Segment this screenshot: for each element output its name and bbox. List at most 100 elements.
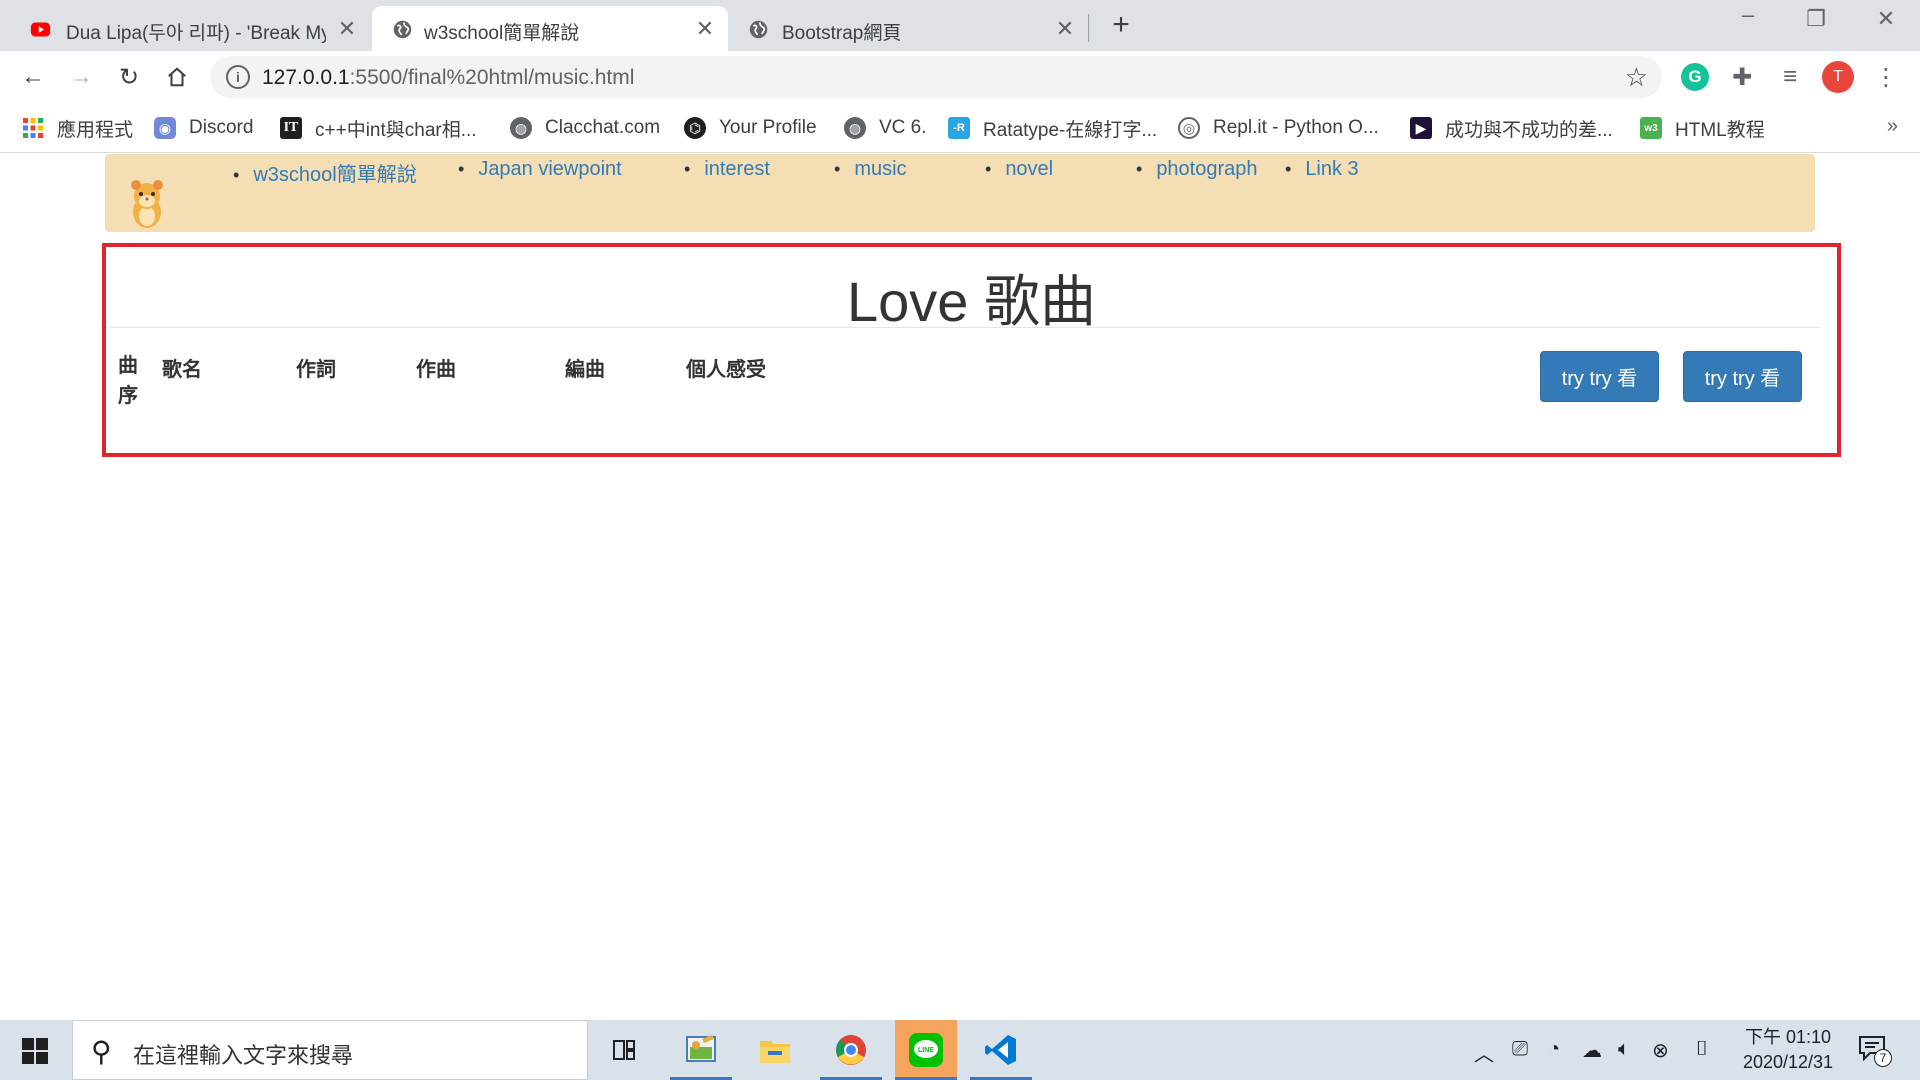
bookmark-html[interactable]: w3 HTML教程 <box>1640 114 1765 142</box>
close-icon[interactable]: ✕ <box>692 16 718 42</box>
volume-icon[interactable]: 🔈︎ <box>1618 1038 1630 1061</box>
globe-icon <box>749 20 768 39</box>
bookmark-label: 應用程式 <box>57 119 134 141</box>
reload-icon[interactable]: ↻ <box>112 60 146 94</box>
new-tab-button[interactable]: + <box>1106 8 1136 42</box>
header-feelings: 個人感受 <box>686 359 766 381</box>
tab-youtube[interactable]: Dua Lipa(두아 리파) - 'Break My ✕ <box>0 6 370 51</box>
nav-link-music[interactable]: music <box>834 158 906 181</box>
bookmark-discord[interactable]: ◉ Discord <box>154 114 253 142</box>
header-composer: 作曲 <box>416 359 456 381</box>
extensions-puzzle-icon[interactable]: ✚ <box>1728 63 1756 91</box>
minimize-icon[interactable]: – <box>1728 2 1768 28</box>
taskbar-clock[interactable]: 下午 01:10 2020/12/31 <box>1738 1025 1838 1075</box>
bookmark-clacchat[interactable]: ◍ Clacchat.com <box>510 114 660 142</box>
globe-icon: ◍ <box>510 117 532 139</box>
menu-kebab-icon[interactable]: ⋮ <box>1872 63 1900 91</box>
onedrive-icon[interactable]: ☁ <box>1582 1038 1602 1063</box>
bookmark-vc6[interactable]: ◍ VC 6. <box>844 114 927 142</box>
header-track-number: 曲序 <box>118 355 138 407</box>
browser-toolbar: ← → ↻ i 127.0.0.1:5500/final%20html/musi… <box>0 51 1920 103</box>
taskbar-search[interactable]: ⚲ 在這裡輸入文字來搜尋 <box>72 1020 588 1080</box>
svg-text:LINE: LINE <box>918 1047 934 1054</box>
bookmark-cpp[interactable]: IT c++中int與char相... <box>280 114 477 142</box>
github-icon: ⌬ <box>684 117 706 139</box>
window-close-icon[interactable]: ✕ <box>1866 6 1906 32</box>
grammarly-icon[interactable]: G <box>1681 63 1709 91</box>
bookmark-label: 成功與不成功的差... <box>1445 119 1613 141</box>
globe-icon <box>393 20 412 39</box>
close-icon[interactable]: ✕ <box>1052 16 1078 42</box>
task-view-icon[interactable] <box>593 1020 655 1080</box>
tab-bootstrap[interactable]: Bootstrap網頁 ✕ <box>730 6 1086 51</box>
restore-icon[interactable]: ❐ <box>1796 6 1836 32</box>
music-panel: Love 歌曲 曲序 歌名 作詞 作曲 編曲 個人感受 try try 看 tr… <box>102 243 1841 457</box>
bookmark-label: VC 6. <box>879 117 927 138</box>
chrome-app-icon[interactable] <box>820 1020 882 1080</box>
search-icon: ⚲ <box>91 1036 112 1067</box>
nav-link-photograph[interactable]: photograph <box>1136 158 1257 181</box>
bookmark-label: Discord <box>189 117 254 138</box>
bookmark-label: Your Profile <box>719 117 817 138</box>
action-center-icon[interactable]: 7 <box>1858 1035 1894 1067</box>
bookmark-label: Ratatype-在線打字... <box>983 119 1158 141</box>
nav-link-interest[interactable]: interest <box>684 158 770 181</box>
w3-icon: w3 <box>1640 117 1662 139</box>
bookmark-label: Repl.it - Python O... <box>1213 117 1379 138</box>
hamster-logo[interactable] <box>127 178 167 230</box>
vscode-app-icon[interactable] <box>970 1020 1032 1080</box>
clock-date: 2020/12/31 <box>1742 1052 1834 1072</box>
bookmark-label: c++中int與char相... <box>315 119 477 141</box>
apps-grid-icon <box>22 117 44 139</box>
taskbar: ⚲ 在這裡輸入文字來搜尋 LINE ︿ ⎚ ◔ ☁ 🔈︎ ⊗ ⌷ 下午 01:1… <box>0 1020 1920 1080</box>
page-title: Love 歌曲 <box>847 270 1096 333</box>
youtube-icon <box>30 22 51 37</box>
discord-icon: ◉ <box>154 117 176 139</box>
bookmark-github[interactable]: ⌬ Your Profile <box>684 114 817 142</box>
page-viewport: w3school簡單解說 Japan viewpoint interest mu… <box>0 154 1920 1020</box>
play-icon: ▶ <box>1410 117 1432 139</box>
info-icon[interactable]: i <box>226 65 250 89</box>
star-icon[interactable]: ☆ <box>1625 62 1648 93</box>
bookmark-label: HTML教程 <box>1675 119 1765 141</box>
site-navbar: w3school簡單解說 Japan viewpoint interest mu… <box>105 154 1815 232</box>
header-song-name: 歌名 <box>162 359 202 381</box>
try-button-2[interactable]: try try 看 <box>1683 351 1802 402</box>
nav-link-japan-viewpoint[interactable]: Japan viewpoint <box>458 158 621 181</box>
network-disconnected-icon[interactable]: ⊗ <box>1652 1038 1669 1063</box>
nav-link-w3school[interactable]: w3school簡單解說 <box>233 158 416 187</box>
home-icon[interactable] <box>160 60 194 94</box>
nav-link-link3[interactable]: Link 3 <box>1285 158 1358 181</box>
try-button-1[interactable]: try try 看 <box>1540 351 1659 402</box>
media-queue-icon[interactable]: ≡ <box>1776 63 1804 91</box>
paint-app-icon[interactable] <box>670 1020 732 1080</box>
bookmark-apps[interactable]: 應用程式 <box>22 114 133 142</box>
notification-count-badge: 7 <box>1874 1049 1892 1067</box>
tab-title: Bootstrap網頁 <box>782 23 902 44</box>
bookmark-success[interactable]: ▶ 成功與不成功的差... <box>1410 114 1613 142</box>
input-method-icon[interactable]: ⌷ <box>1696 1038 1708 1061</box>
tray-chevron-up-icon[interactable]: ︿ <box>1474 1038 1494 1067</box>
it-icon: IT <box>280 117 302 139</box>
tab-title: w3school簡單解說 <box>424 23 580 44</box>
profile-avatar[interactable]: T <box>1822 61 1854 93</box>
line-app-icon[interactable]: LINE <box>895 1020 957 1080</box>
windows-start-icon[interactable] <box>22 1038 48 1064</box>
search-placeholder: 在這裡輸入文字來搜尋 <box>133 1043 354 1068</box>
url-text[interactable]: 127.0.0.1:5500/final%20html/music.html <box>262 66 634 90</box>
back-arrow-icon[interactable]: ← <box>16 60 50 94</box>
wifi-icon[interactable]: ◔ <box>1548 1038 1560 1061</box>
globe-icon: ◍ <box>844 117 866 139</box>
clock-time: 下午 01:10 <box>1744 1027 1832 1047</box>
file-explorer-icon[interactable] <box>744 1020 806 1080</box>
tab-w3school[interactable]: w3school簡單解說 ✕ <box>372 6 728 51</box>
bookmarks-more-button[interactable]: » <box>1887 115 1898 138</box>
address-bar[interactable]: i 127.0.0.1:5500/final%20html/music.html… <box>210 56 1662 98</box>
forward-arrow-icon[interactable]: → <box>64 60 98 94</box>
replit-icon: ◎ <box>1178 117 1200 139</box>
close-icon[interactable]: ✕ <box>334 16 360 42</box>
tray-meet-icon[interactable]: ⎚ <box>1512 1038 1528 1061</box>
bookmark-replit[interactable]: ◎ Repl.it - Python O... <box>1178 114 1379 142</box>
nav-link-novel[interactable]: novel <box>985 158 1053 181</box>
bookmark-ratatype[interactable]: -R Ratatype-在線打字... <box>948 114 1157 142</box>
